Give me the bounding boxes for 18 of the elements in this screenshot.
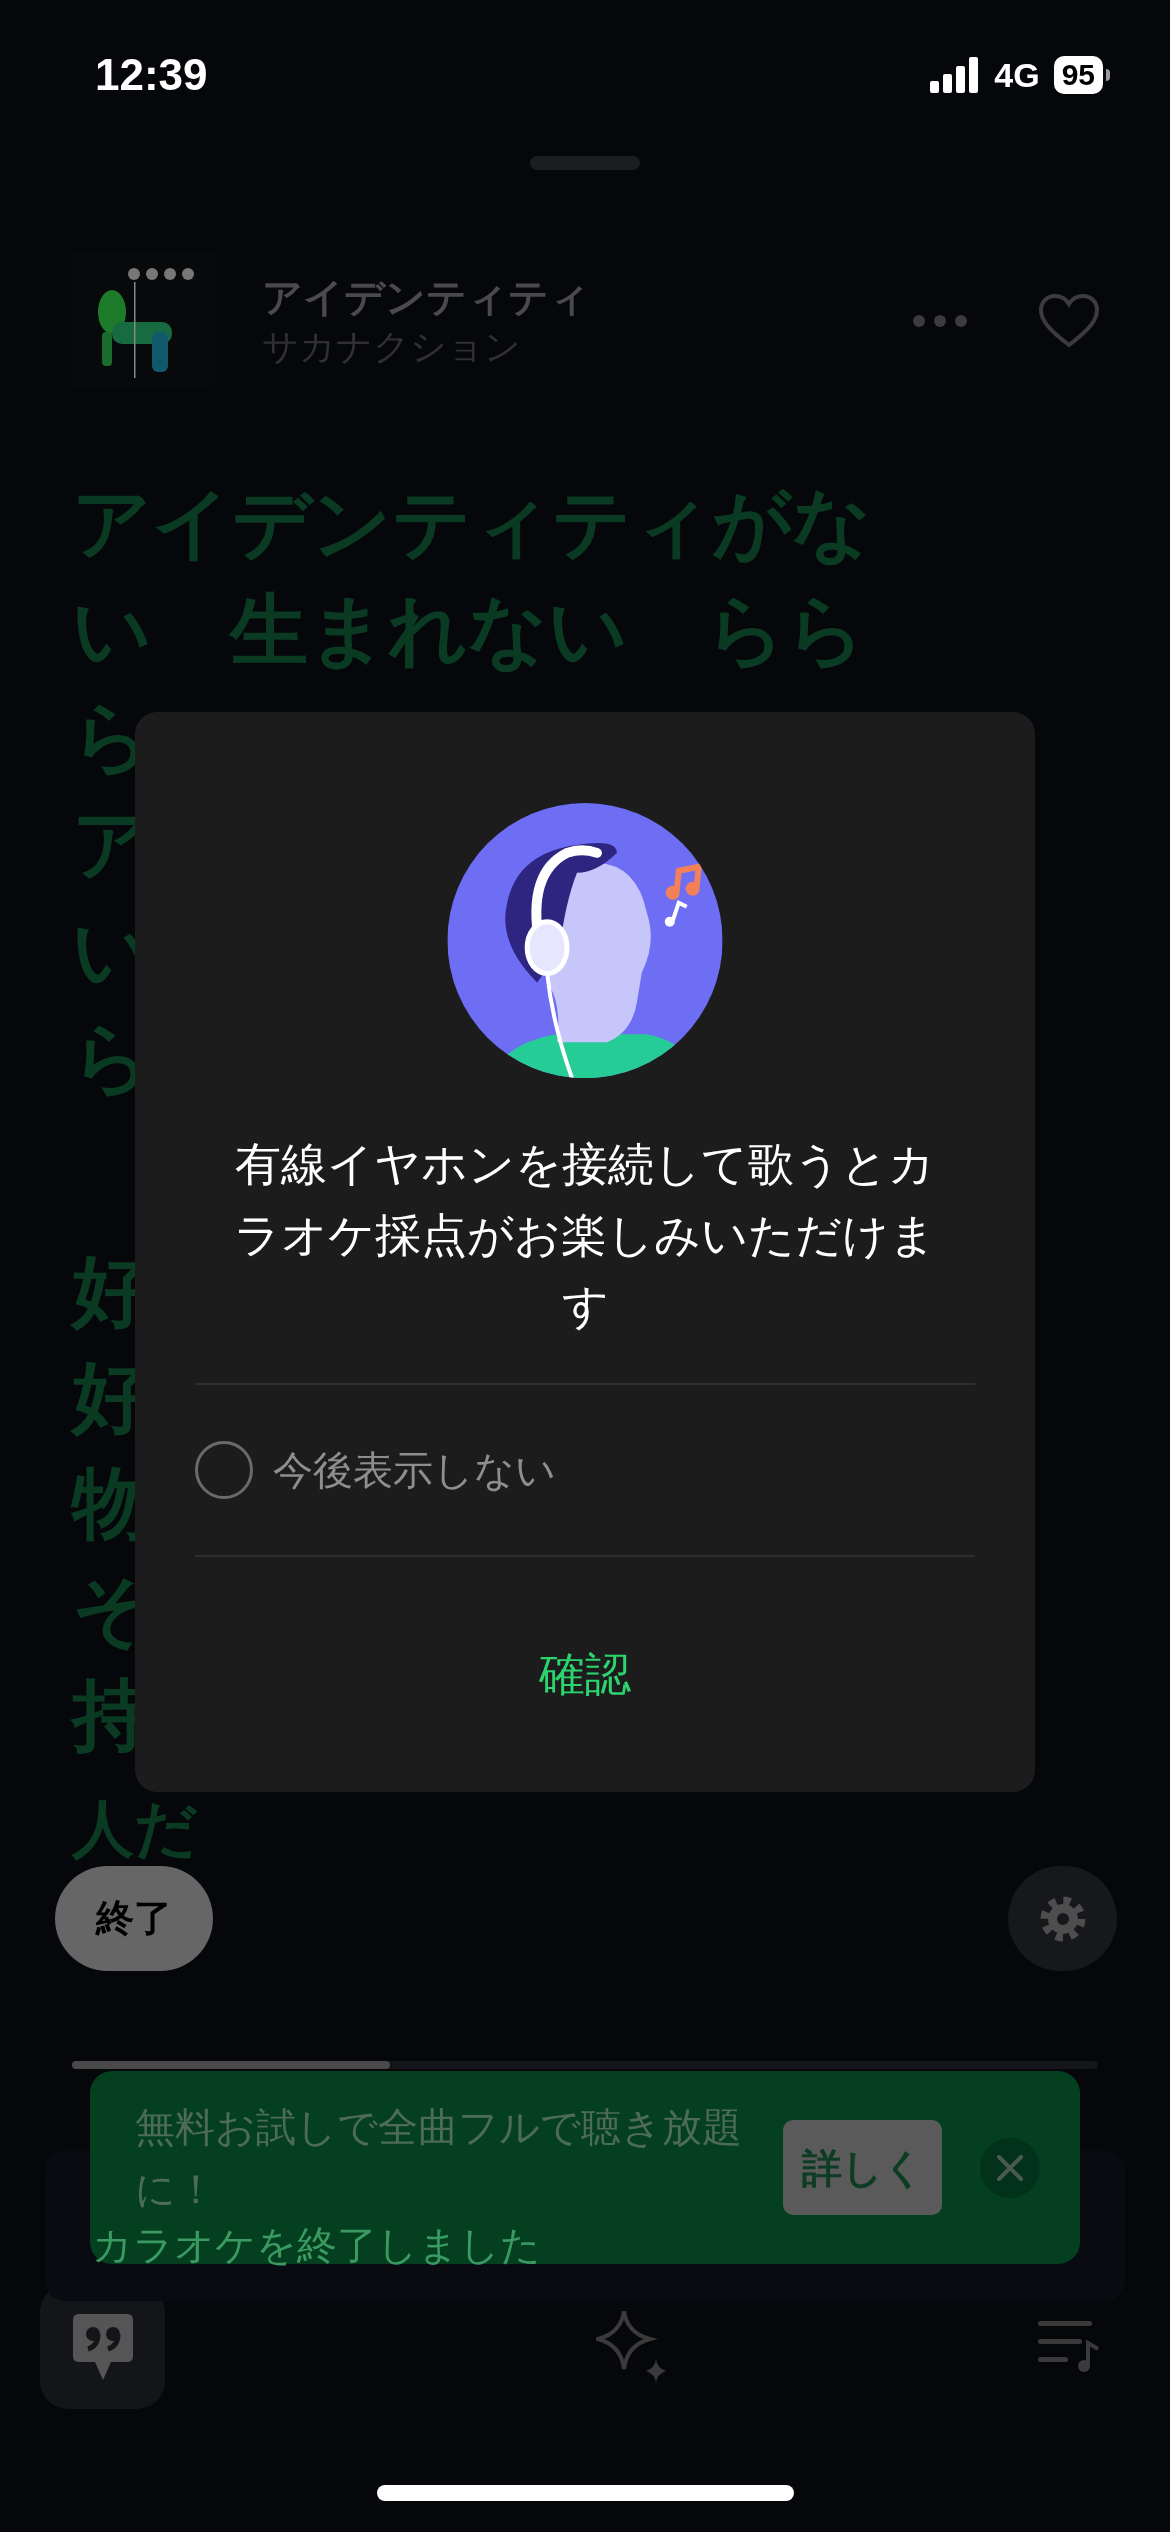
dialog-message: 有線イヤホンを接続して歌うとカラオケ採点がお楽しみいただけます bbox=[233, 1137, 937, 1335]
more-icon[interactable] bbox=[912, 314, 968, 328]
song-title: アイデンティティ bbox=[262, 274, 591, 321]
dont-show-option[interactable]: 今後表示しない bbox=[195, 1385, 975, 1555]
heart-icon[interactable] bbox=[1038, 293, 1100, 349]
quote-icon bbox=[72, 2313, 133, 2380]
status-time: 12:39 bbox=[95, 49, 208, 101]
banner-text: 無料お試しで全曲フルで聴き放題に！ bbox=[135, 2103, 743, 2213]
end-button[interactable]: 終了 bbox=[55, 1866, 213, 1971]
signal-icon bbox=[930, 57, 981, 93]
confirm-button[interactable]: 確認 bbox=[519, 1639, 651, 1709]
battery-indicator: 95 bbox=[1053, 56, 1110, 94]
playlist-icon[interactable] bbox=[1038, 2320, 1100, 2373]
network-label: 4G bbox=[994, 54, 1040, 96]
sparkle-icon[interactable] bbox=[595, 2310, 668, 2383]
close-icon bbox=[997, 2154, 1023, 2181]
checkbox[interactable] bbox=[195, 1440, 253, 1499]
toast-text: カラオケを終了しました bbox=[92, 2222, 541, 2269]
